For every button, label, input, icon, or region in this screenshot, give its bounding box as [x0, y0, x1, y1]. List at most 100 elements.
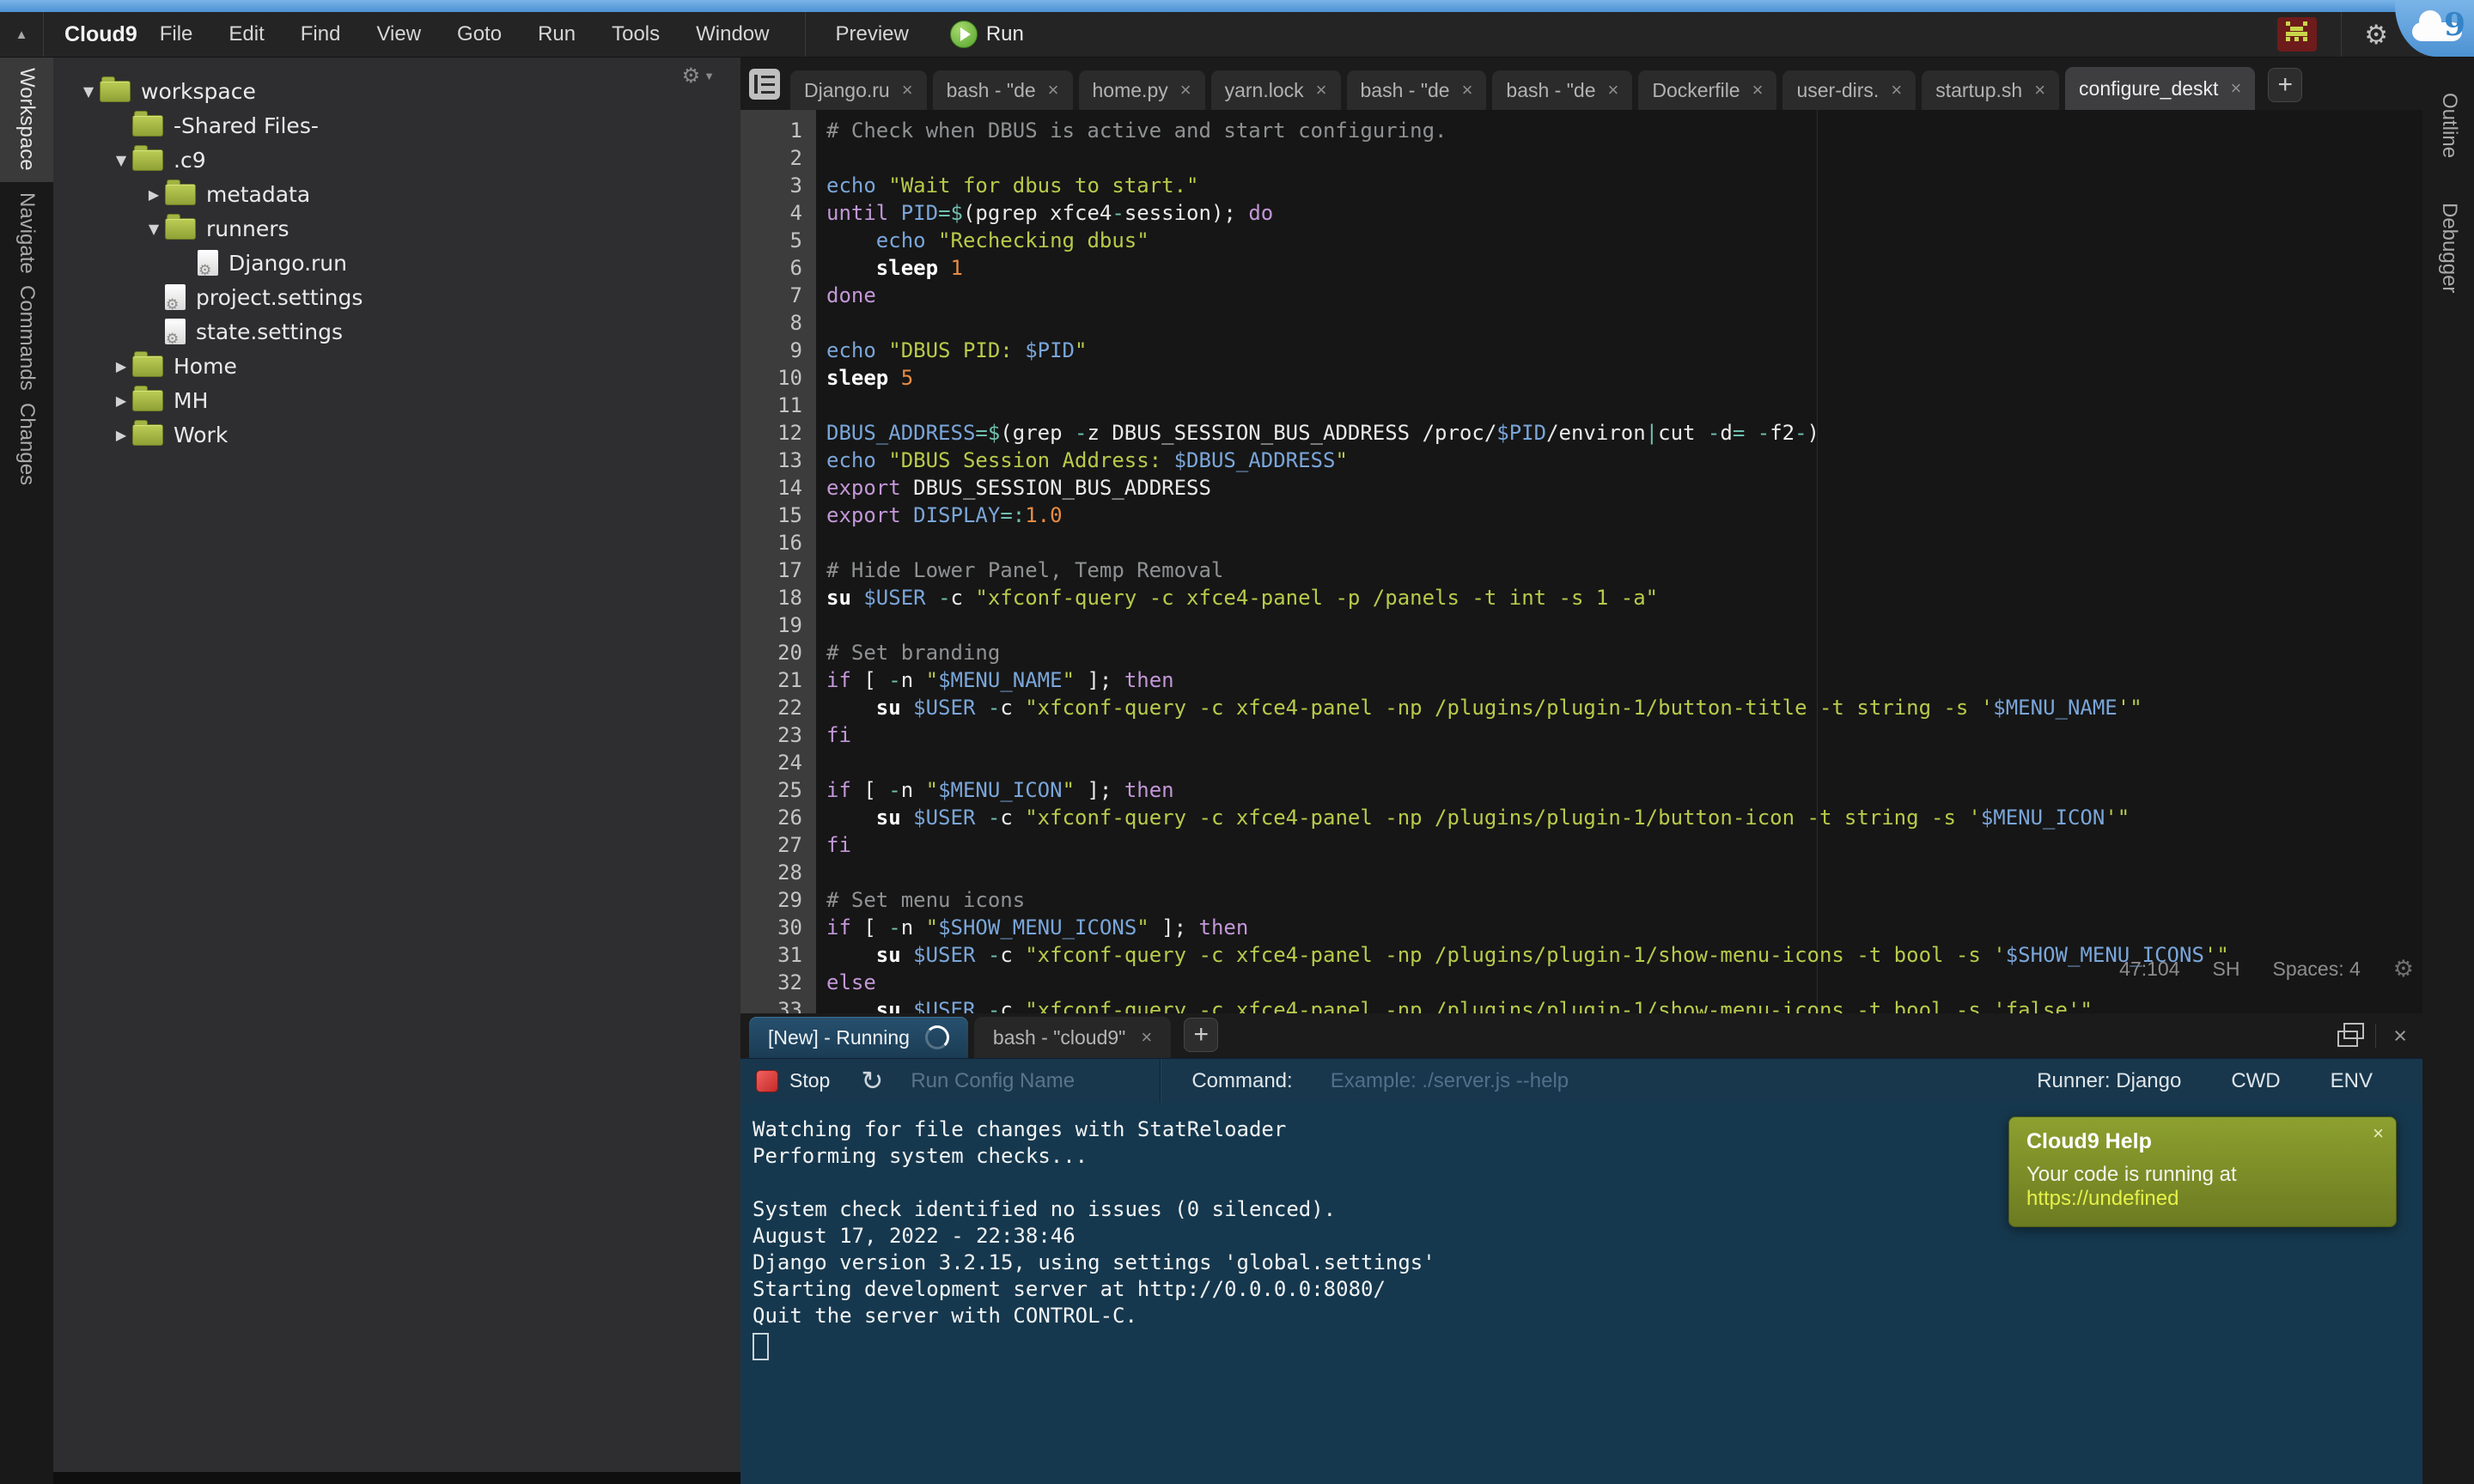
menu-item-view[interactable]: View	[376, 22, 421, 46]
console-tab[interactable]: [New] - Running	[749, 1017, 968, 1058]
menu-item-run[interactable]: Run	[538, 22, 576, 46]
tree-row[interactable]: ▶Home	[53, 349, 740, 383]
env-button[interactable]: ENV	[2331, 1069, 2373, 1093]
code-line: su $USER -c "xfconf-query -c xfce4-panel…	[816, 584, 2422, 611]
menu-item-tools[interactable]: Tools	[612, 22, 660, 46]
tree-row[interactable]: Django.run	[53, 246, 740, 280]
editor-tab[interactable]: home.py ×	[1079, 70, 1205, 110]
runner-button[interactable]: Runner: Django	[2037, 1069, 2181, 1093]
right-tab-outline[interactable]: Outline	[2422, 74, 2474, 177]
maximize-icon[interactable]	[2337, 1031, 2358, 1047]
tree-row[interactable]: ▼ workspace	[53, 74, 740, 108]
restart-icon[interactable]: ↻	[861, 1067, 883, 1094]
editor-tab-label: bash - "de	[1506, 79, 1595, 102]
run-button[interactable]: Run	[950, 21, 1024, 48]
editor-tab-label: Django.ru	[804, 79, 890, 102]
sidebar-tab-navigate[interactable]: Navigate	[0, 186, 53, 280]
menubar-divider-2	[2341, 12, 2342, 57]
tree-item-label: project.settings	[196, 285, 363, 310]
preferences-gear-icon[interactable]: ⚙	[2364, 21, 2388, 48]
editor-tab[interactable]: startup.sh×	[1922, 70, 2059, 110]
right-tab-debugger[interactable]: Debugger	[2422, 168, 2474, 327]
menu-item-find[interactable]: Find	[301, 22, 341, 46]
close-tab-icon[interactable]: ×	[1752, 79, 1764, 101]
new-console-tab-button[interactable]: +	[1184, 1018, 1218, 1052]
file-tree-panel: ⚙ ▼ ▼workspace-Shared Files-▼.c9▶metadat…	[53, 57, 740, 1472]
editor-tab[interactable]: user-dirs.×	[1782, 70, 1916, 110]
editor-tab[interactable]: bash - "de ×	[1492, 70, 1632, 110]
editor-tab-label: yarn.lock	[1225, 79, 1304, 102]
tab-list-icon[interactable]	[749, 69, 780, 100]
tree-toggle-icon[interactable]: ▶	[110, 427, 132, 443]
line-number: 32	[740, 969, 816, 996]
tree-toggle-icon[interactable]: ▼	[77, 83, 100, 100]
menu-item-edit[interactable]: Edit	[229, 22, 264, 46]
tree-row[interactable]: ▶metadata	[53, 177, 740, 211]
cwd-button[interactable]: CWD	[2231, 1069, 2280, 1093]
editor-tab[interactable]: bash - "de×	[933, 70, 1073, 110]
terminal-line: Starting development server at http://0.…	[753, 1276, 2422, 1303]
close-tab-icon[interactable]: ×	[1462, 79, 1473, 101]
line-number: 23	[740, 721, 816, 749]
code-editor[interactable]: 1234567891011121314151617181920212223242…	[740, 110, 2422, 1013]
editor-tab[interactable]: Dockerfile×	[1638, 70, 1776, 110]
console-tab[interactable]: bash - "cloud9"×	[974, 1017, 1171, 1058]
editor-settings-gear-icon[interactable]: ⚙	[2393, 956, 2414, 982]
tree-toggle-icon[interactable]: ▶	[110, 392, 132, 409]
tree-item-label: Django.run	[229, 251, 347, 276]
menu-item-goto[interactable]: Goto	[457, 22, 502, 46]
tree-row[interactable]: ▶Work	[53, 417, 740, 452]
tree-item-label: workspace	[141, 79, 256, 104]
preview-button[interactable]: Preview	[835, 22, 908, 46]
sidebar-tab-changes[interactable]: Changes	[0, 397, 53, 491]
line-number: 22	[740, 694, 816, 721]
tree-toggle-icon[interactable]: ▼	[143, 221, 165, 237]
editor-tab-label: home.py	[1093, 79, 1168, 102]
code-line	[816, 859, 2422, 886]
running-url-link[interactable]: https://undefined	[2026, 1187, 2178, 1210]
close-tab-icon[interactable]: ×	[1316, 79, 1327, 101]
sidebar-tab-commands[interactable]: Commands	[0, 290, 53, 385]
tree-row[interactable]: ▼runners	[53, 211, 740, 246]
terminal-line: Django version 3.2.15, using settings 'g…	[753, 1250, 2422, 1276]
tree-toggle-icon[interactable]: ▼	[110, 152, 132, 168]
cloud9-menu[interactable]: Cloud9	[64, 22, 137, 47]
tree-row[interactable]: ▶MH	[53, 383, 740, 417]
new-tab-button[interactable]: +	[2268, 68, 2302, 102]
sidebar-tab-workspace[interactable]: Workspace	[0, 57, 53, 182]
collapse-menubar-button[interactable]: ▲	[0, 12, 44, 57]
editor-tab[interactable]: bash - "de×	[1347, 70, 1487, 110]
menu-item-window[interactable]: Window	[696, 22, 769, 46]
close-tab-icon[interactable]: ×	[1891, 79, 1902, 101]
menu-item-file[interactable]: File	[160, 22, 193, 46]
bug-report-icon[interactable]	[2277, 17, 2317, 52]
line-number: 20	[740, 639, 816, 666]
editor-tab[interactable]: configure_deskt×	[2065, 67, 2255, 110]
close-tab-icon[interactable]: ×	[1180, 79, 1191, 101]
tree-row[interactable]: ▼.c9	[53, 143, 740, 177]
tree-toggle-icon[interactable]: ▶	[110, 358, 132, 374]
spaces-setting-button[interactable]: Spaces: 4	[2272, 958, 2360, 981]
close-popup-icon[interactable]: ×	[2373, 1122, 2384, 1145]
close-tab-icon[interactable]: ×	[902, 79, 913, 101]
tree-row[interactable]: -Shared Files-	[53, 108, 740, 143]
editor-tab[interactable]: Django.ru ×	[790, 70, 927, 110]
close-tab-icon[interactable]: ×	[1048, 79, 1059, 101]
tree-row[interactable]: state.settings	[53, 314, 740, 349]
syntax-mode-button[interactable]: SH	[2213, 958, 2240, 981]
stop-button[interactable]: Stop	[756, 1069, 830, 1092]
close-tab-icon[interactable]: ×	[1141, 1026, 1152, 1049]
run-config-name-input[interactable]	[909, 1068, 1136, 1094]
line-number: 24	[740, 749, 816, 776]
close-tab-icon[interactable]: ×	[2034, 79, 2045, 101]
tree-toggle-icon[interactable]: ▶	[143, 186, 165, 203]
command-input[interactable]	[1329, 1068, 1796, 1094]
command-label: Command:	[1191, 1069, 1292, 1093]
editor-tab[interactable]: yarn.lock ×	[1211, 70, 1341, 110]
close-console-icon[interactable]: ×	[2393, 1023, 2407, 1049]
close-tab-icon[interactable]: ×	[1607, 79, 1618, 101]
tree-row[interactable]: project.settings	[53, 280, 740, 314]
line-number: 14	[740, 474, 816, 502]
folder-icon	[132, 390, 163, 411]
close-tab-icon[interactable]: ×	[2230, 77, 2241, 100]
